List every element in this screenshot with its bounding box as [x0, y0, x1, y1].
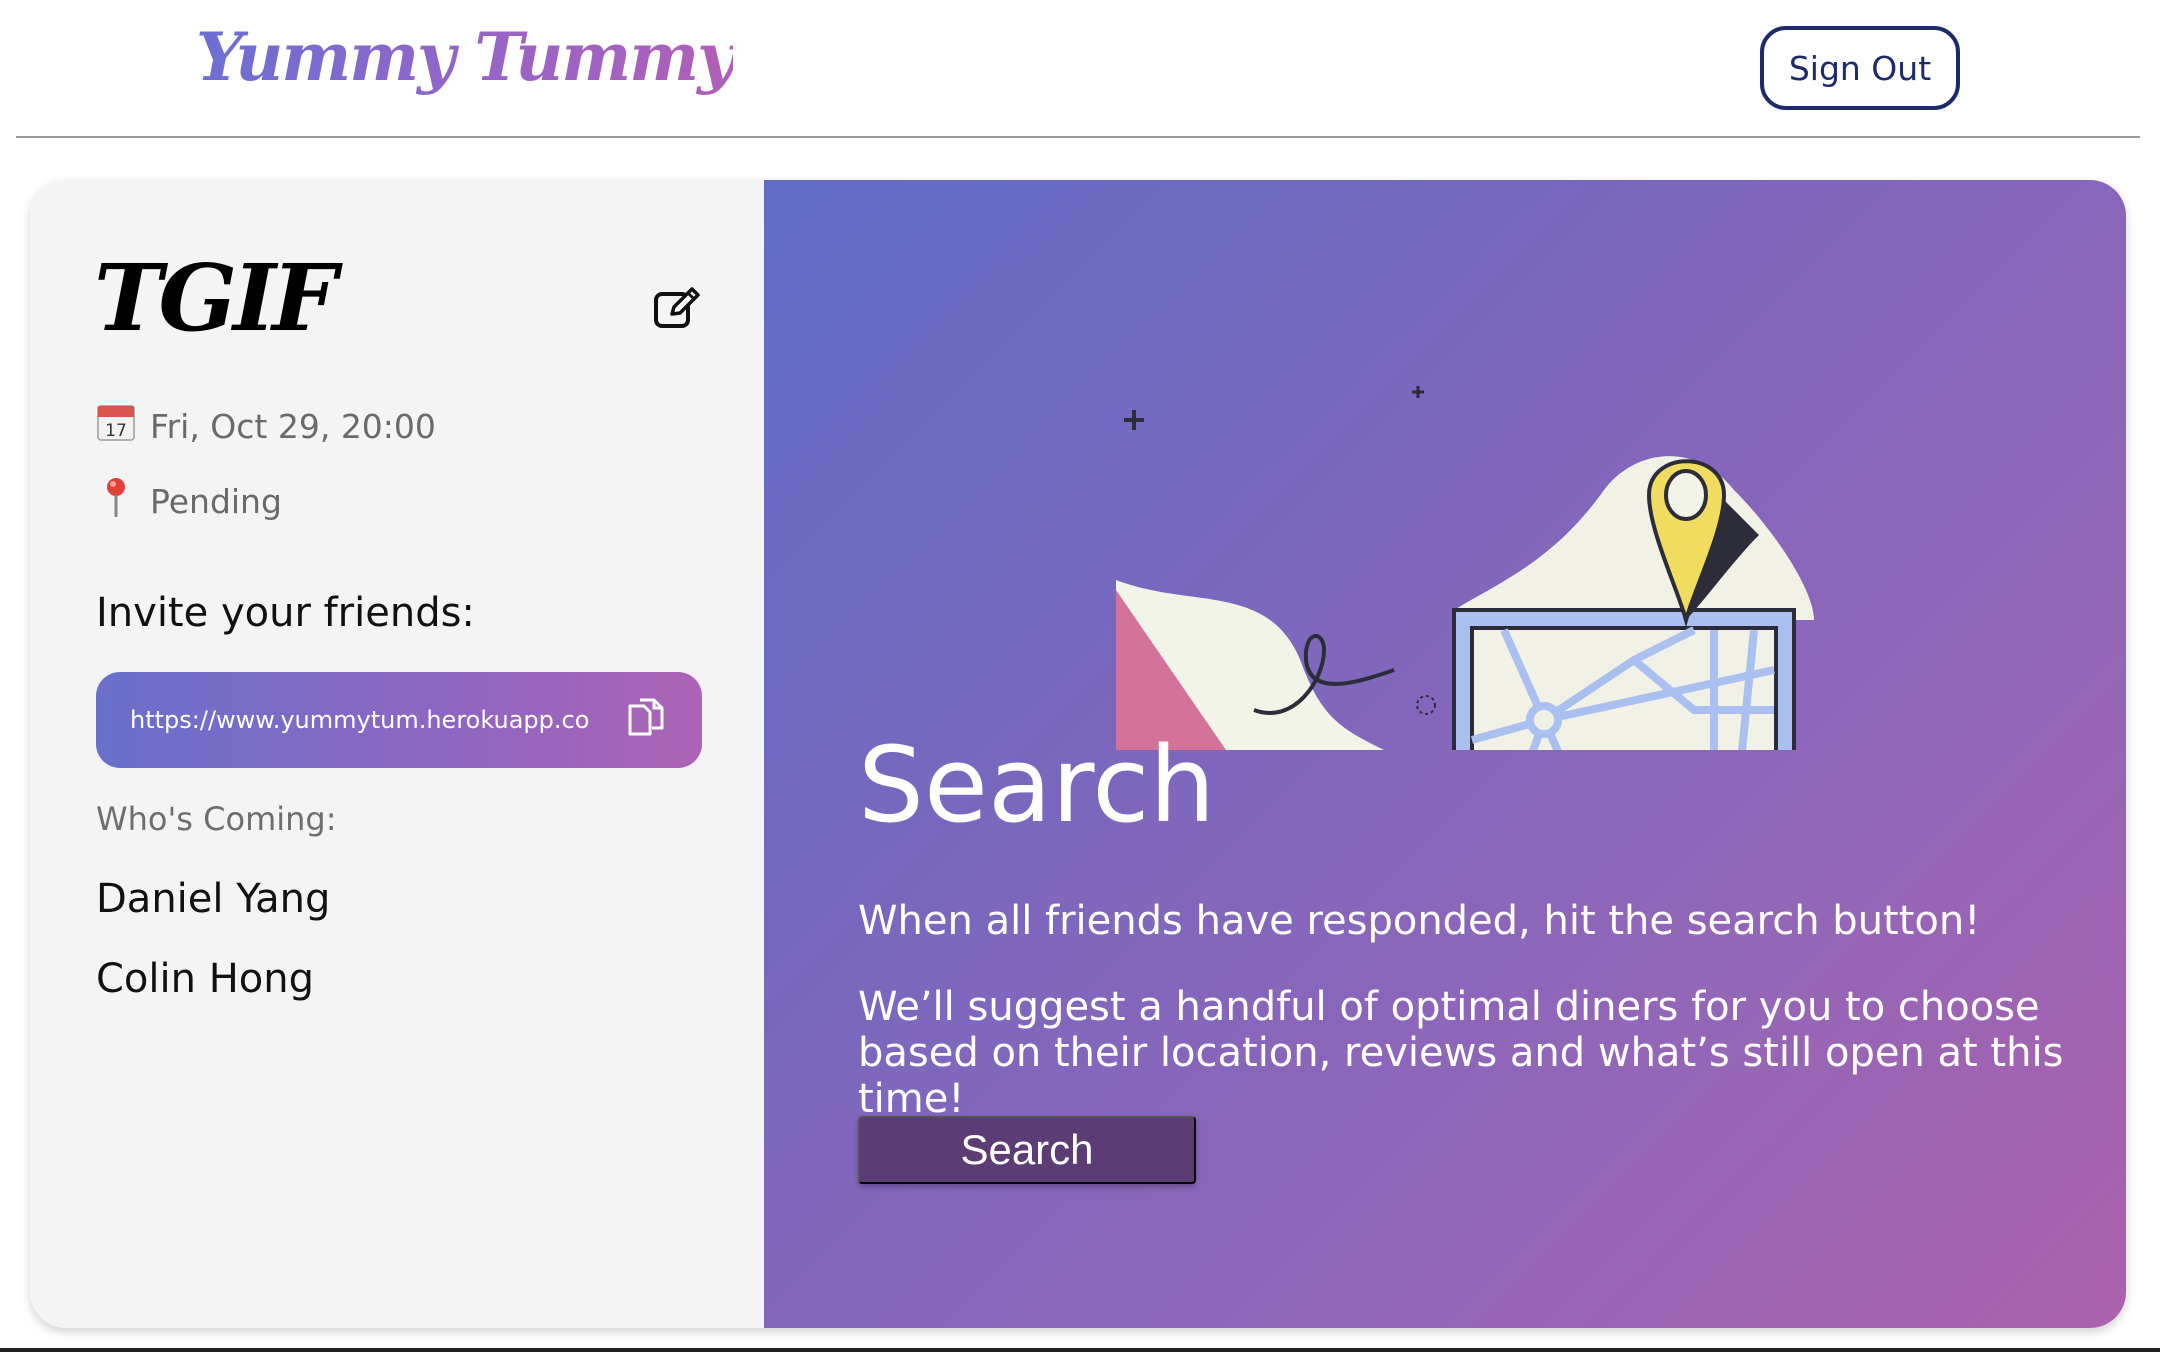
attendee-item: Colin Hong: [96, 956, 314, 1002]
search-description-1: When all friends have responded, hit the…: [858, 898, 1981, 944]
map-illustration: [1074, 330, 1814, 852]
attendee-item: Daniel Yang: [96, 876, 331, 922]
edit-icon[interactable]: [652, 284, 702, 334]
sign-out-button[interactable]: Sign Out: [1760, 26, 1960, 110]
event-location-row: Pending: [94, 475, 282, 528]
search-heading: Search: [858, 724, 1216, 846]
invite-label: Invite your friends:: [96, 590, 475, 636]
event-card: TGIF 17 Fri, Oct 29, 20:00 Pending Invit…: [30, 180, 2126, 1328]
app-logo[interactable]: Yummy Tummy: [196, 18, 735, 96]
event-details-panel: TGIF 17 Fri, Oct 29, 20:00 Pending Invit…: [30, 180, 764, 1328]
search-panel: Search When all friends have responded, …: [764, 180, 2126, 1328]
event-date: Fri, Oct 29, 20:00: [150, 407, 436, 446]
event-title: TGIF: [94, 244, 337, 352]
invite-link[interactable]: https://www.yummytum.herokuapp.com: [130, 706, 590, 734]
invite-link-box[interactable]: https://www.yummytum.herokuapp.com: [96, 672, 702, 768]
calendar-icon: 17: [94, 402, 138, 451]
header-divider: [16, 136, 2140, 138]
search-button[interactable]: Search: [858, 1116, 1196, 1184]
svg-text:17: 17: [105, 421, 127, 441]
header: Yummy Tummy Sign Out: [0, 0, 2160, 138]
event-location: Pending: [150, 482, 282, 521]
bottom-divider: [0, 1348, 2160, 1352]
whos-coming-label: Who's Coming:: [96, 800, 337, 838]
search-description-2: We’ll suggest a handful of optimal diner…: [858, 984, 2064, 1122]
copy-icon[interactable]: [624, 696, 672, 744]
event-date-row: 17 Fri, Oct 29, 20:00: [94, 402, 436, 451]
pin-icon: [94, 475, 138, 528]
